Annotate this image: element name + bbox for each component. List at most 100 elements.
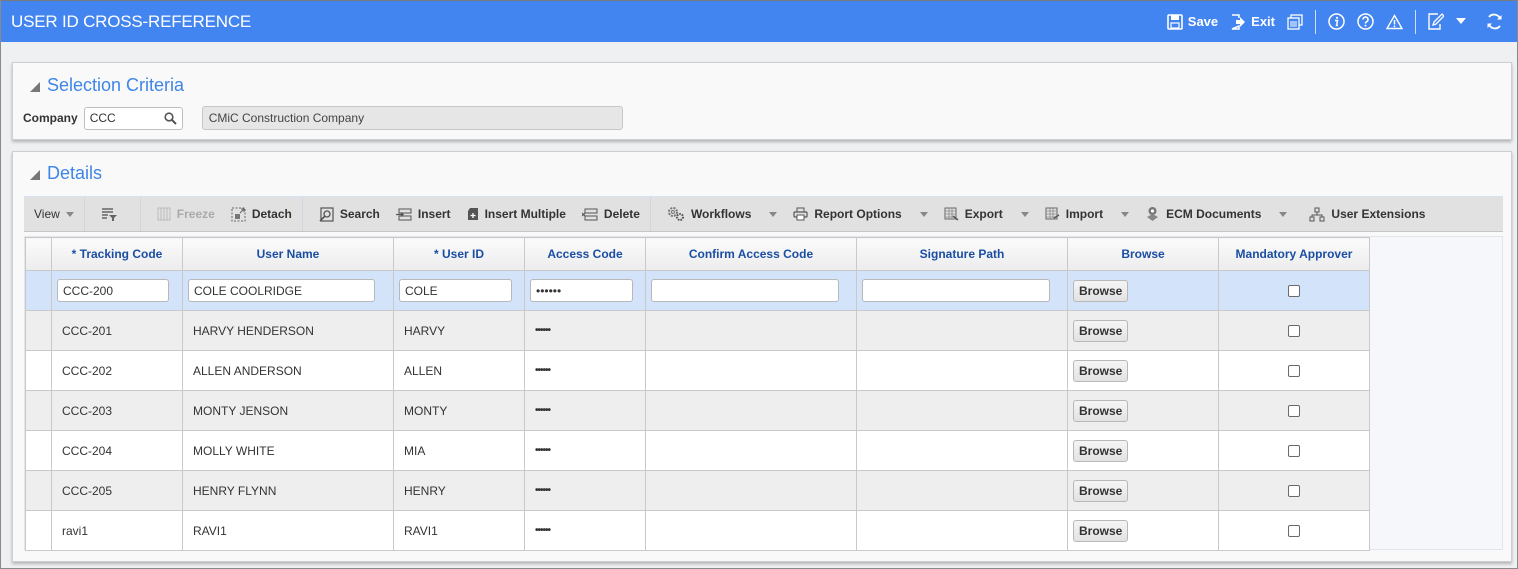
company-input[interactable] <box>89 111 160 125</box>
selection-criteria-header[interactable]: Selection Criteria <box>30 75 1511 96</box>
column-header-access-code[interactable]: Access Code <box>524 237 646 271</box>
user-name-input[interactable] <box>188 279 375 302</box>
workflows-menu[interactable]: Workflows <box>667 206 778 222</box>
table-row[interactable]: CCC-203 MONTY JENSON MONTY •••••• Browse <box>25 390 1370 431</box>
search-button[interactable]: Search <box>319 206 380 222</box>
mandatory-approver-checkbox[interactable] <box>1288 525 1300 538</box>
delete-button[interactable]: Delete <box>581 207 640 221</box>
tracking-code-cell[interactable]: CCC-204 <box>51 430 183 471</box>
mandatory-approver-checkbox[interactable] <box>1288 365 1300 378</box>
row-selector[interactable] <box>25 310 52 351</box>
access-code-cell[interactable]: •••••• <box>524 470 646 511</box>
insert-multiple-button[interactable]: Insert Multiple <box>467 207 566 222</box>
user-name-cell[interactable]: ALLEN ANDERSON <box>182 350 394 391</box>
user-extensions-button[interactable]: User Extensions <box>1309 207 1425 222</box>
exit-button[interactable]: Exit <box>1230 13 1275 30</box>
export-menu[interactable]: Export <box>944 207 1029 221</box>
browse-button[interactable]: Browse <box>1073 439 1129 462</box>
report-options-menu[interactable]: Report Options <box>793 207 928 221</box>
user-name-cell[interactable]: HARVY HENDERSON <box>182 310 394 351</box>
row-selector[interactable] <box>25 470 52 511</box>
user-id-input[interactable] <box>399 279 512 302</box>
browse-button[interactable]: Browse <box>1073 319 1129 342</box>
user-name-cell[interactable]: MONTY JENSON <box>182 390 394 431</box>
signature-path-cell[interactable] <box>856 510 1068 551</box>
table-row-active[interactable]: Browse <box>25 270 1370 311</box>
more-dropdown[interactable] <box>1456 18 1466 25</box>
table-row[interactable]: CCC-201 HARVY HENDERSON HARVY •••••• Bro… <box>25 310 1370 351</box>
mandatory-approver-checkbox[interactable] <box>1288 485 1300 498</box>
confirm-access-code-cell[interactable] <box>645 470 857 511</box>
browse-button[interactable]: Browse <box>1073 359 1129 382</box>
signature-path-cell[interactable] <box>856 390 1068 431</box>
user-id-cell[interactable]: MONTY <box>393 390 525 431</box>
browse-button[interactable]: Browse <box>1073 399 1129 422</box>
access-code-cell[interactable]: •••••• <box>524 430 646 471</box>
row-selector[interactable] <box>25 390 52 431</box>
column-header-mandatory-approver[interactable]: Mandatory Approver <box>1218 237 1370 271</box>
confirm-access-code-cell[interactable] <box>645 430 857 471</box>
search-icon[interactable] <box>164 111 177 128</box>
edit-button[interactable] <box>1428 13 1444 30</box>
signature-path-cell[interactable] <box>856 350 1068 391</box>
user-id-cell[interactable]: MIA <box>393 430 525 471</box>
row-selector[interactable] <box>25 430 52 471</box>
confirm-access-code-cell[interactable] <box>645 510 857 551</box>
confirm-access-code-cell[interactable] <box>645 390 857 431</box>
column-header-user-name[interactable]: User Name <box>182 237 394 271</box>
row-selector[interactable] <box>25 350 52 391</box>
refresh-button[interactable] <box>1486 13 1503 30</box>
access-code-cell[interactable]: •••••• <box>524 350 646 391</box>
insert-button[interactable]: Insert <box>395 207 451 221</box>
signature-path-cell[interactable] <box>856 430 1068 471</box>
user-name-cell[interactable]: RAVI1 <box>182 510 394 551</box>
mandatory-approver-checkbox[interactable] <box>1288 405 1300 418</box>
browse-button[interactable]: Browse <box>1073 519 1129 542</box>
tracking-code-input[interactable] <box>57 279 169 302</box>
table-row[interactable]: CCC-205 HENRY FLYNN HENRY •••••• Browse <box>25 470 1370 511</box>
tracking-code-cell[interactable]: CCC-203 <box>51 390 183 431</box>
confirm-access-code-input[interactable] <box>651 279 839 302</box>
tracking-code-cell[interactable]: CCC-205 <box>51 470 183 511</box>
help-button[interactable] <box>1357 13 1374 30</box>
mandatory-approver-checkbox[interactable] <box>1288 285 1300 298</box>
view-menu[interactable]: View <box>34 207 74 221</box>
import-menu[interactable]: Import <box>1045 207 1130 221</box>
tracking-code-cell[interactable]: ravi1 <box>51 510 183 551</box>
freeze-button[interactable]: Freeze <box>157 207 215 221</box>
signature-path-cell[interactable] <box>856 310 1068 351</box>
user-id-cell[interactable]: ALLEN <box>393 350 525 391</box>
access-code-cell[interactable]: •••••• <box>524 390 646 431</box>
mandatory-approver-checkbox[interactable] <box>1288 325 1300 338</box>
print-button[interactable] <box>1287 13 1303 30</box>
table-row[interactable]: CCC-202 ALLEN ANDERSON ALLEN •••••• Brow… <box>25 350 1370 391</box>
confirm-access-code-cell[interactable] <box>645 310 857 351</box>
ecm-documents-menu[interactable]: ECM Documents <box>1145 206 1288 222</box>
info-button[interactable] <box>1328 13 1345 30</box>
column-header-browse[interactable]: Browse <box>1067 237 1219 271</box>
user-id-cell[interactable]: HENRY <box>393 470 525 511</box>
query-by-example-button[interactable] <box>101 207 124 222</box>
tracking-code-cell[interactable]: CCC-201 <box>51 310 183 351</box>
user-id-cell[interactable]: RAVI1 <box>393 510 525 551</box>
column-header-confirm-access-code[interactable]: Confirm Access Code <box>645 237 857 271</box>
company-field[interactable] <box>83 106 183 130</box>
mandatory-approver-checkbox[interactable] <box>1288 445 1300 458</box>
access-code-input[interactable] <box>530 279 633 302</box>
column-header-signature-path[interactable]: Signature Path <box>856 237 1068 271</box>
details-header[interactable]: Details <box>30 163 1511 184</box>
access-code-cell[interactable]: •••••• <box>524 310 646 351</box>
user-id-cell[interactable]: HARVY <box>393 310 525 351</box>
tracking-code-cell[interactable]: CCC-202 <box>51 350 183 391</box>
confirm-access-code-cell[interactable] <box>645 350 857 391</box>
user-name-cell[interactable]: HENRY FLYNN <box>182 470 394 511</box>
access-code-cell[interactable]: •••••• <box>524 510 646 551</box>
save-button[interactable]: Save <box>1166 13 1218 30</box>
column-header-user-id[interactable]: * User ID <box>393 237 525 271</box>
signature-path-cell[interactable] <box>856 470 1068 511</box>
row-selector[interactable] <box>25 270 52 311</box>
browse-button[interactable]: Browse <box>1073 479 1129 502</box>
table-row[interactable]: CCC-204 MOLLY WHITE MIA •••••• Browse <box>25 430 1370 471</box>
signature-path-input[interactable] <box>862 279 1050 302</box>
column-header-tracking-code[interactable]: * Tracking Code <box>51 237 183 271</box>
